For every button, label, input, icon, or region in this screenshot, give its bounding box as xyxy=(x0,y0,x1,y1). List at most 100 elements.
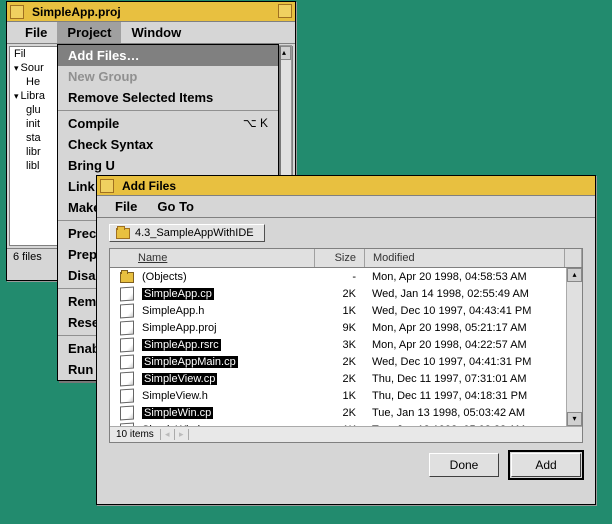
table-row[interactable]: SimpleView.cp 2KThu, Dec 11 1997, 07:31:0… xyxy=(110,370,566,387)
file-name: SimpleWin.cp xyxy=(142,407,213,419)
file-modified: Wed, Jan 14 1998, 02:55:49 AM xyxy=(362,288,562,300)
file-size: 2K xyxy=(312,288,362,300)
done-button[interactable]: Done xyxy=(429,453,499,477)
menu-item-label: Add Files… xyxy=(68,48,140,63)
file-modified: Mon, Apr 20 1998, 04:22:57 AM xyxy=(362,339,562,351)
file-modified: Thu, Dec 11 1997, 07:31:01 AM xyxy=(362,373,562,385)
hscroll-left-icon[interactable]: ◂ xyxy=(161,429,175,440)
file-size: 1K xyxy=(312,305,362,317)
column-headers: Name Size Modified xyxy=(110,249,582,268)
menu-item[interactable]: Compile ⌥ K xyxy=(58,113,278,134)
table-row[interactable]: SimpleApp.h 1KWed, Dec 10 1997, 04:43:41 … xyxy=(110,302,566,319)
file-name: SimpleAppMain.cp xyxy=(142,356,238,368)
table-row[interactable]: SimpleApp.cp 2KWed, Jan 14 1998, 02:55:49… xyxy=(110,285,566,302)
menu-item-label: New Group xyxy=(68,69,137,84)
dialog-menubar: File Go To xyxy=(97,196,595,218)
file-size: 1K xyxy=(312,424,362,427)
menu-file[interactable]: File xyxy=(15,22,57,43)
file-size: 3K xyxy=(312,339,362,351)
table-row[interactable]: SimpleAppMain.cp 2KWed, Dec 10 1997, 04:4… xyxy=(110,353,566,370)
file-size: 1K xyxy=(312,390,362,402)
scroll-up-icon[interactable]: ▴ xyxy=(277,46,291,60)
menu-window[interactable]: Window xyxy=(121,22,191,43)
file-size: 2K xyxy=(312,373,362,385)
add-button[interactable]: Add xyxy=(511,453,581,477)
table-row[interactable]: SimpleApp.rsrc 3KMon, Apr 20 1998, 04:22:… xyxy=(110,336,566,353)
zoom-icon[interactable] xyxy=(278,4,292,18)
menu-item-label: Run xyxy=(68,362,93,377)
file-modified: Wed, Dec 10 1997, 04:43:41 PM xyxy=(362,305,562,317)
close-icon[interactable] xyxy=(10,5,24,19)
menu-item-label: Bring U xyxy=(68,158,115,173)
file-modified: Tue, Jan 13 1998, 05:03:42 AM xyxy=(362,407,562,419)
file-name: SimpleView.h xyxy=(142,390,208,402)
file-scrollbar[interactable]: ▴ ▾ xyxy=(566,268,582,426)
path-bar: 4.3_SampleAppWithIDE xyxy=(97,218,595,248)
file-name: SimpleWin.h xyxy=(142,424,204,427)
project-titlebar[interactable]: SimpleApp.proj xyxy=(7,2,295,22)
file-size: 2K xyxy=(312,356,362,368)
document-icon xyxy=(120,337,134,352)
document-icon xyxy=(120,354,134,369)
close-icon[interactable] xyxy=(100,179,114,193)
menu-item-label: Compile xyxy=(68,116,119,131)
file-modified: Wed, Dec 10 1997, 04:41:31 PM xyxy=(362,356,562,368)
file-name: (Objects) xyxy=(142,271,187,283)
menu-item-label: Remove Selected Items xyxy=(68,90,213,105)
menu-shortcut: ⌥ K xyxy=(243,116,268,131)
add-files-dialog: Add Files File Go To 4.3_SampleAppWithID… xyxy=(96,175,596,505)
folder-icon xyxy=(120,272,134,283)
menu-item: New Group xyxy=(58,66,278,87)
menu-project[interactable]: Project xyxy=(57,22,121,43)
dialog-title: Add Files xyxy=(122,179,176,193)
menu-item[interactable]: Bring U xyxy=(58,155,278,176)
col-name[interactable]: Name xyxy=(110,249,315,267)
dialog-menu-goto[interactable]: Go To xyxy=(147,196,204,217)
menu-item[interactable]: Check Syntax xyxy=(58,134,278,155)
file-name: SimpleApp.h xyxy=(142,305,204,317)
dialog-titlebar[interactable]: Add Files xyxy=(97,176,595,196)
col-size[interactable]: Size xyxy=(315,249,365,267)
menu-separator xyxy=(58,110,278,111)
file-name: SimpleView.cp xyxy=(142,373,217,385)
document-icon xyxy=(120,422,134,426)
project-title: SimpleApp.proj xyxy=(32,5,121,19)
document-icon xyxy=(120,371,134,386)
table-row[interactable]: SimpleWin.h 1KTue, Jan 13 1998, 05:03:28 … xyxy=(110,421,566,426)
project-menubar: File Project Window xyxy=(7,22,295,44)
document-icon xyxy=(120,303,134,318)
file-list: Name Size Modified (Objects)-Mon, Apr 20… xyxy=(109,248,583,443)
scroll-down-icon[interactable]: ▾ xyxy=(567,412,582,426)
table-row[interactable]: SimpleApp.proj9KMon, Apr 20 1998, 05:21:… xyxy=(110,319,566,336)
document-icon xyxy=(120,320,134,335)
file-name: SimpleApp.proj xyxy=(142,322,217,334)
file-size: 2K xyxy=(312,407,362,419)
file-modified: Mon, Apr 20 1998, 05:21:17 AM xyxy=(362,322,562,334)
document-icon xyxy=(120,388,134,403)
menu-item-label: Check Syntax xyxy=(68,137,153,152)
col-scroll-spacer xyxy=(565,249,582,267)
path-button[interactable]: 4.3_SampleAppWithIDE xyxy=(109,224,265,242)
col-modified[interactable]: Modified xyxy=(365,249,565,267)
file-modified: Mon, Apr 20 1998, 04:58:53 AM xyxy=(362,271,562,283)
item-count: 10 items xyxy=(110,429,161,440)
document-icon xyxy=(120,405,134,420)
file-rows[interactable]: (Objects) -Mon, Apr 20 1998, 04:58:53 AM S… xyxy=(110,268,582,426)
dialog-menu-file[interactable]: File xyxy=(105,196,147,217)
folder-icon xyxy=(116,228,130,239)
path-label: 4.3_SampleAppWithIDE xyxy=(135,227,254,239)
file-size: - xyxy=(312,271,362,283)
dialog-buttons: Done Add xyxy=(97,443,595,487)
table-row[interactable]: (Objects) -Mon, Apr 20 1998, 04:58:53 AM xyxy=(110,268,566,285)
menu-item[interactable]: Add Files… xyxy=(58,45,278,66)
table-row[interactable]: SimpleView.h1KThu, Dec 11 1997, 04:18:31… xyxy=(110,387,566,404)
table-row[interactable]: SimpleWin.cp 2KTue, Jan 13 1998, 05:03:42… xyxy=(110,404,566,421)
scroll-up-icon[interactable]: ▴ xyxy=(567,268,582,282)
document-icon xyxy=(120,286,134,301)
file-modified: Tue, Jan 13 1998, 05:03:28 AM xyxy=(362,424,562,427)
menu-item-label: Link xyxy=(68,179,95,194)
file-name: SimpleApp.rsrc xyxy=(142,339,221,351)
menu-item[interactable]: Remove Selected Items xyxy=(58,87,278,108)
hscroll-right-icon[interactable]: ▸ xyxy=(175,429,189,440)
file-name: SimpleApp.cp xyxy=(142,288,214,300)
